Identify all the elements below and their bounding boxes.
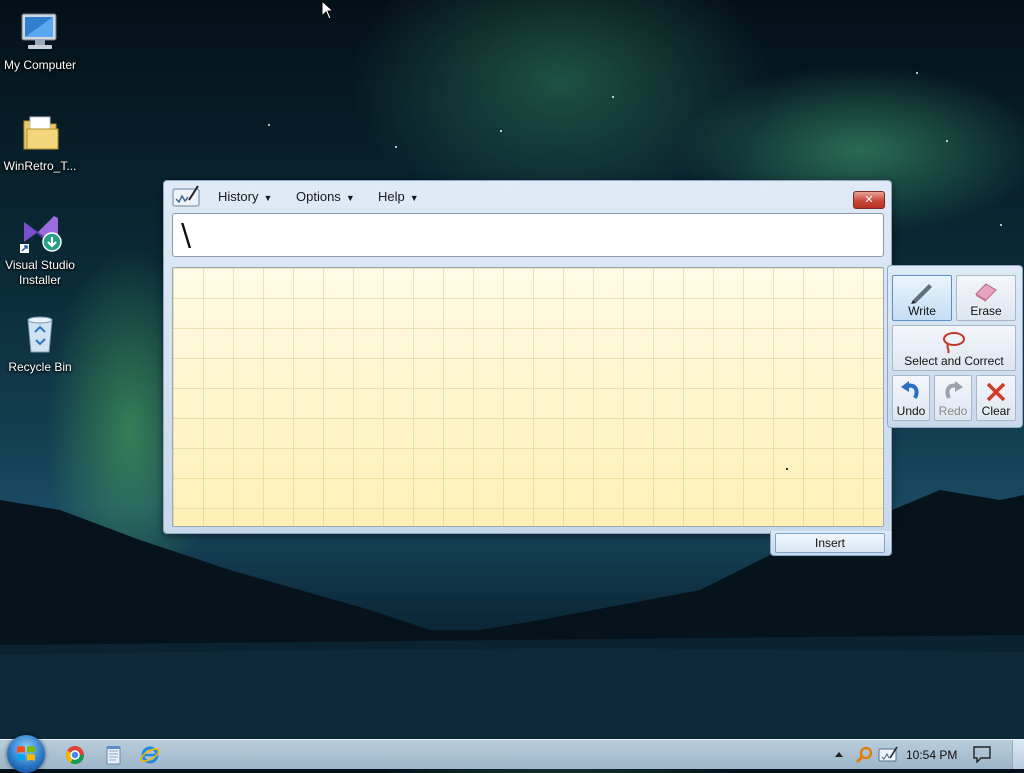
show-hidden-icons-arrow[interactable] bbox=[834, 750, 844, 758]
redo-label: Redo bbox=[938, 404, 968, 418]
redo-icon bbox=[945, 381, 963, 399]
history-menu[interactable]: History ▼ bbox=[218, 189, 272, 204]
history-menu-label: History bbox=[218, 189, 259, 204]
clear-label: Clear bbox=[981, 404, 1011, 418]
chevron-down-icon: ▼ bbox=[409, 193, 419, 203]
help-menu[interactable]: Help ▼ bbox=[378, 189, 419, 204]
action-center-icon[interactable] bbox=[972, 745, 992, 763]
tablet-input-icon[interactable] bbox=[878, 746, 898, 762]
close-button[interactable]: ✕ bbox=[853, 191, 885, 209]
desktop-icon-my-computer[interactable]: My Computer bbox=[0, 10, 80, 73]
tip-menubar: History ▼ Options ▼ Help ▼ ✕ bbox=[164, 181, 891, 211]
search-tray-icon[interactable] bbox=[855, 746, 873, 764]
writing-pad[interactable] bbox=[172, 267, 884, 527]
undo-label: Undo bbox=[896, 404, 926, 418]
write-button[interactable]: Write bbox=[892, 275, 952, 321]
start-button[interactable] bbox=[7, 735, 45, 773]
redo-button[interactable]: Redo bbox=[934, 375, 972, 421]
star bbox=[268, 124, 270, 126]
star bbox=[612, 96, 614, 98]
undo-icon bbox=[901, 381, 919, 399]
write-label: Write bbox=[908, 304, 936, 318]
folder-icon bbox=[18, 111, 62, 155]
select-and-correct-label: Select and Correct bbox=[904, 354, 1004, 368]
desktop-icon-label: Recycle Bin bbox=[8, 360, 72, 374]
undo-button[interactable]: Undo bbox=[892, 375, 930, 421]
internet-explorer-icon[interactable] bbox=[139, 744, 161, 766]
pen-icon bbox=[911, 284, 932, 304]
desktop-icon-winretro[interactable]: WinRetro_T... bbox=[0, 111, 80, 174]
insert-button[interactable]: Insert bbox=[775, 533, 885, 553]
show-desktop-button[interactable] bbox=[1012, 740, 1024, 769]
options-menu[interactable]: Options ▼ bbox=[296, 189, 355, 204]
chevron-down-icon: ▼ bbox=[345, 193, 355, 203]
notepad-icon[interactable] bbox=[102, 744, 124, 766]
desktop-icon-recycle-bin[interactable]: Recycle Bin bbox=[0, 312, 80, 375]
desktop-icon-label: Visual Studio Installer bbox=[5, 258, 75, 287]
close-icon: ✕ bbox=[864, 194, 874, 206]
ink-stroke bbox=[786, 468, 788, 470]
recognized-text: \ bbox=[181, 218, 192, 253]
star bbox=[916, 72, 918, 74]
star bbox=[1000, 224, 1002, 226]
computer-icon bbox=[18, 10, 62, 54]
recycle-bin-icon bbox=[18, 312, 62, 356]
star bbox=[500, 130, 502, 132]
clear-x-icon bbox=[986, 382, 1006, 402]
select-and-correct-button[interactable]: Select and Correct bbox=[892, 325, 1016, 371]
desktop-icon-visual-studio-installer[interactable]: Visual Studio Installer bbox=[0, 210, 80, 288]
lasso-icon bbox=[943, 332, 965, 354]
options-menu-label: Options bbox=[296, 189, 341, 204]
erase-button[interactable]: Erase bbox=[956, 275, 1016, 321]
taskbar-clock[interactable]: 10:54 PM bbox=[906, 748, 957, 762]
star bbox=[395, 146, 397, 148]
recognized-text-box[interactable]: \ bbox=[172, 213, 884, 257]
tool-panel: Write Erase Select and Correct Undo Redo… bbox=[887, 265, 1023, 428]
clear-button[interactable]: Clear bbox=[976, 375, 1016, 421]
erase-label: Erase bbox=[970, 304, 1002, 318]
windows-logo-icon bbox=[17, 746, 35, 761]
chevron-down-icon: ▼ bbox=[263, 193, 273, 203]
chrome-icon[interactable] bbox=[64, 744, 86, 766]
tablet-input-panel: History ▼ Options ▼ Help ▼ ✕ \ bbox=[163, 180, 892, 534]
desktop-icon-label: WinRetro_T... bbox=[3, 159, 77, 173]
taskbar: 10:54 PM bbox=[0, 735, 1024, 773]
star bbox=[946, 140, 948, 142]
mouse-cursor-icon bbox=[321, 0, 335, 20]
input-panel-logo-icon[interactable] bbox=[172, 184, 200, 208]
eraser-icon bbox=[975, 283, 997, 302]
desktop-icon-label: My Computer bbox=[3, 58, 77, 72]
help-menu-label: Help bbox=[378, 189, 405, 204]
visual-studio-installer-icon bbox=[18, 210, 62, 254]
insert-tab: Insert bbox=[770, 531, 892, 556]
